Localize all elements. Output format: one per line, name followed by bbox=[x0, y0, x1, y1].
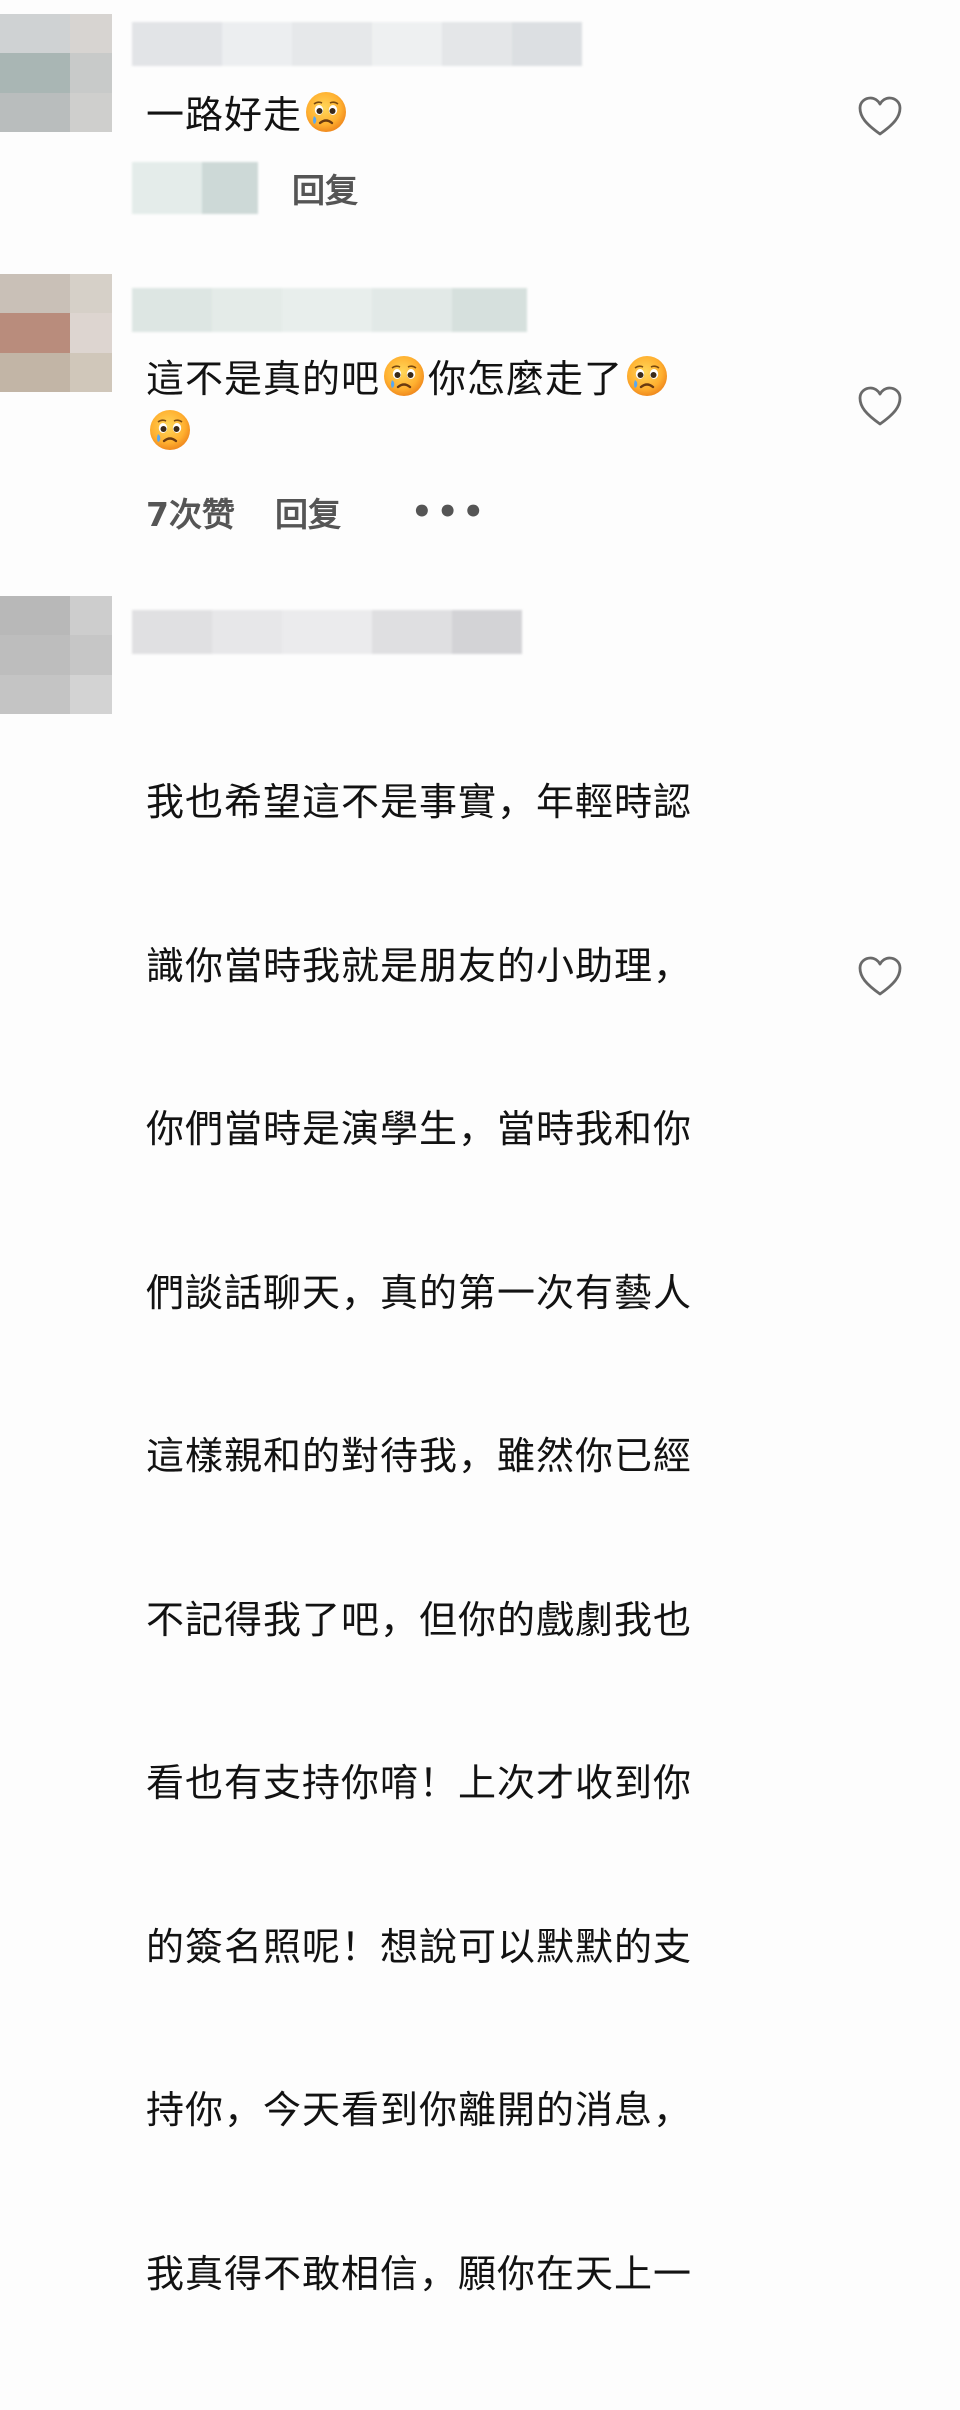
comment-line: 的簽名照呢！想說可以默默的支 bbox=[146, 1924, 693, 1969]
comment-line: 們談話聊天，真的第一次有藝人 bbox=[146, 1270, 693, 1315]
timestamp-blurred bbox=[132, 162, 258, 214]
likes-count[interactable]: 7次赞 bbox=[146, 488, 235, 536]
avatar[interactable] bbox=[0, 14, 112, 132]
comment-text: 我也希望這不是事實，年輕時認 識你當時我就是朋友的小助理， 你們當時是演學生，當… bbox=[146, 666, 692, 2410]
comment-meta: 回复 bbox=[132, 162, 358, 214]
heart-outline-icon[interactable] bbox=[856, 94, 904, 138]
comment-meta: 7次赞 回复 ••• bbox=[132, 488, 488, 536]
comment-line: 持你，今天看到你離開的消息， bbox=[146, 2088, 693, 2132]
comment-line: 不記得我了吧，但你的戲劇我也 bbox=[146, 1597, 693, 1642]
avatar[interactable] bbox=[0, 274, 112, 392]
comment-text: 這不是真的吧 你怎麼走了 bbox=[146, 352, 806, 460]
reply-link[interactable]: 回复 bbox=[292, 164, 358, 212]
crying-face-emoji bbox=[382, 354, 426, 398]
crying-face-emoji bbox=[148, 408, 192, 452]
username-blurred[interactable] bbox=[132, 610, 522, 654]
crying-face-emoji bbox=[625, 354, 669, 398]
avatar[interactable] bbox=[0, 596, 112, 714]
comment-line: 看也有支持你唷！上次才收到你 bbox=[146, 1761, 693, 1805]
reply-link[interactable]: 回复 bbox=[275, 488, 341, 536]
username-blurred[interactable] bbox=[132, 22, 582, 66]
crying-face-emoji bbox=[304, 90, 348, 134]
more-options-button[interactable]: ••• bbox=[411, 492, 488, 532]
comment-line: 我也希望這不是事實，年輕時認 bbox=[146, 780, 693, 824]
comment-line: 這樣親和的對待我，雖然你已經 bbox=[146, 1434, 693, 1478]
comment-line: 你們當時是演學生，當時我和你 bbox=[146, 1107, 693, 1151]
comment-line: 我真得不敢相信，願你在天上一 bbox=[146, 2251, 693, 2296]
comment-text: 一路好走 bbox=[146, 88, 350, 142]
heart-outline-icon[interactable] bbox=[856, 384, 904, 428]
comment-line: 識你當時我就是朋友的小助理， bbox=[146, 943, 693, 988]
heart-outline-icon[interactable] bbox=[856, 954, 904, 998]
username-blurred[interactable] bbox=[132, 288, 527, 332]
